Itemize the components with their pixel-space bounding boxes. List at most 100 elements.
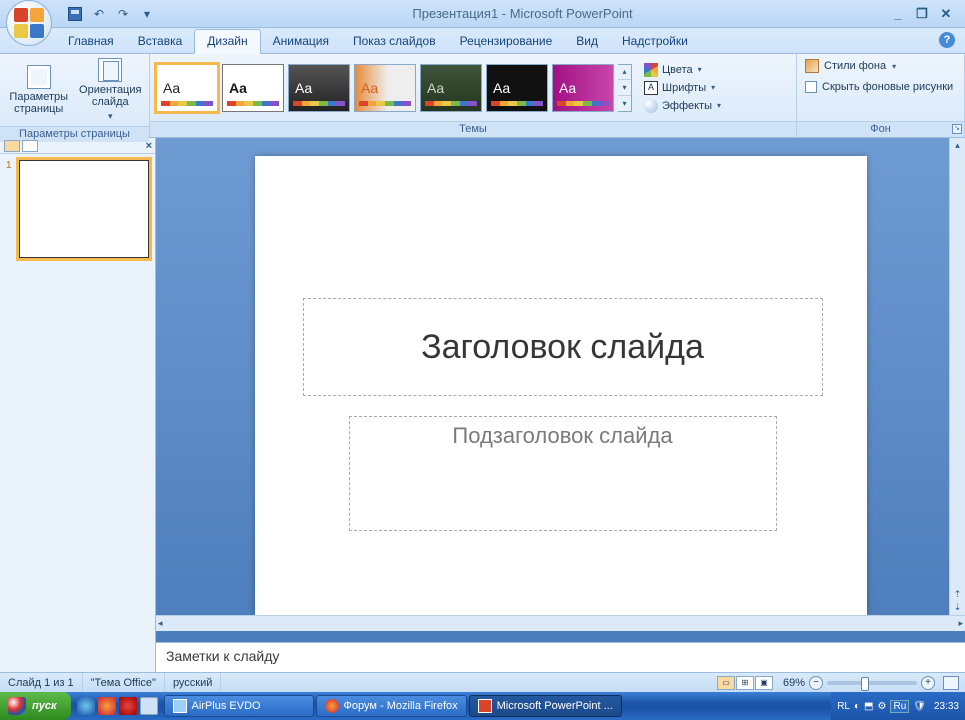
tray-icon-2[interactable]: ⬒: [864, 701, 873, 712]
tray-icon-3[interactable]: ⚙: [878, 701, 887, 712]
theme-thumb-6[interactable]: Aa: [486, 64, 548, 112]
ql-desktop-icon[interactable]: [140, 697, 158, 715]
tray-icon-4[interactable]: 🛡: [913, 701, 926, 712]
tab-insert[interactable]: Вставка: [126, 30, 195, 53]
tab-slideshow[interactable]: Показ слайдов: [341, 30, 448, 53]
tray-clock[interactable]: 23:33: [930, 701, 959, 712]
theme-options: Цвета▾ A Шрифты▾ Эффекты▾: [642, 62, 723, 114]
tab-design[interactable]: Дизайн: [194, 29, 260, 54]
title-placeholder[interactable]: Заголовок слайда: [303, 298, 823, 396]
qat-customize-button[interactable]: ▾: [138, 5, 156, 23]
restore-button[interactable]: ❐: [913, 6, 931, 22]
subtitle-placeholder[interactable]: Подзаголовок слайда: [349, 416, 777, 531]
editor-area: Заголовок слайда Подзаголовок слайда ▴ ⇡…: [156, 138, 965, 672]
sorter-view-button[interactable]: ⊞: [736, 676, 754, 690]
chevron-down-icon: ▾: [108, 110, 113, 122]
tab-view[interactable]: Вид: [564, 30, 610, 53]
task-2[interactable]: Форум - Mozilla Firefox: [316, 695, 467, 717]
normal-view-button[interactable]: ▭: [717, 676, 735, 690]
theme-thumb-2[interactable]: Aa: [222, 64, 284, 112]
vertical-scrollbar[interactable]: ▴ ⇡ ⇣: [949, 138, 965, 615]
quick-access-toolbar: ↶ ↷ ▾: [66, 5, 156, 23]
tab-review[interactable]: Рецензирование: [448, 30, 565, 53]
panel-close-button[interactable]: ×: [146, 140, 152, 152]
theme-thumb-7[interactable]: Aa: [552, 64, 614, 112]
tray-lang-2[interactable]: Ru: [890, 700, 909, 713]
tray-icon-1[interactable]: ◐: [854, 701, 860, 712]
outline-tab-button[interactable]: [22, 140, 38, 152]
ribbon: Параметры страницы Ориентация слайда ▾ П…: [0, 54, 965, 138]
save-icon: [68, 7, 82, 21]
qat-undo-button[interactable]: ↶: [90, 5, 108, 23]
scroll-left-icon[interactable]: ◂: [158, 618, 163, 629]
thumbnail-1[interactable]: 1: [0, 154, 155, 264]
task-3[interactable]: Microsoft PowerPoint ...: [469, 695, 622, 717]
tab-addins[interactable]: Надстройки: [610, 30, 700, 53]
zoom-out-button[interactable]: −: [809, 676, 823, 690]
zoom-in-button[interactable]: +: [921, 676, 935, 690]
group-page-setup: Параметры страницы Ориентация слайда ▾ П…: [0, 54, 150, 137]
tray-lang-1[interactable]: RL: [837, 701, 850, 712]
theme-fonts-button[interactable]: A Шрифты▾: [642, 80, 723, 96]
thumbnail-number: 1: [6, 160, 16, 258]
window-title: Презентация1 - Microsoft PowerPoint: [156, 6, 889, 21]
tab-home[interactable]: Главная: [56, 30, 126, 53]
dialog-launcher-icon[interactable]: ↘: [952, 124, 962, 134]
prev-slide-button[interactable]: ⇡: [954, 589, 962, 601]
task-icon: [173, 699, 187, 713]
notes-pane[interactable]: Заметки к слайду: [156, 642, 965, 672]
slides-tab-button[interactable]: [4, 140, 20, 152]
system-tray: RL ◐ ⬒ ⚙ Ru 🛡 23:33: [831, 692, 965, 720]
theme-thumb-3[interactable]: Aa: [288, 64, 350, 112]
office-button[interactable]: [6, 0, 52, 46]
help-button[interactable]: ?: [939, 32, 955, 48]
page-setup-label: Параметры страницы: [6, 91, 72, 115]
ql-firefox-icon[interactable]: [98, 697, 116, 715]
slide-panel: × 1: [0, 138, 156, 672]
theme-thumb-5[interactable]: Aa: [420, 64, 482, 112]
theme-colors-button[interactable]: Цвета▾: [642, 62, 723, 78]
office-logo-icon: [14, 8, 44, 38]
tab-animation[interactable]: Анимация: [261, 30, 341, 53]
zoom-level[interactable]: 69%: [783, 677, 805, 689]
theme-effects-button[interactable]: Эффекты▾: [642, 98, 723, 114]
status-language[interactable]: русский: [165, 673, 221, 692]
slide[interactable]: Заголовок слайда Подзаголовок слайда: [255, 156, 867, 615]
horizontal-scrollbar[interactable]: ◂ ▸: [156, 615, 965, 631]
theme-scroll-up[interactable]: ▴: [618, 65, 631, 81]
slideshow-view-button[interactable]: ▣: [755, 676, 773, 690]
group-themes-label: Темы: [150, 121, 796, 137]
status-bar: Слайд 1 из 1 "Тема Office" русский ▭ ⊞ ▣…: [0, 672, 965, 692]
hide-bg-graphics-checkbox[interactable]: Скрыть фоновые рисунки: [803, 80, 955, 94]
theme-scroll-down[interactable]: ▾: [618, 80, 631, 96]
chevron-down-icon: ▾: [717, 101, 721, 110]
qat-save-button[interactable]: [66, 5, 84, 23]
orientation-icon: [98, 58, 122, 82]
slide-orientation-button[interactable]: Ориентация слайда ▾: [78, 58, 144, 122]
fit-to-window-button[interactable]: [943, 676, 959, 690]
zoom-slider[interactable]: [827, 681, 917, 685]
theme-thumb-1[interactable]: Aa: [156, 64, 218, 112]
page-setup-button[interactable]: Параметры страницы: [6, 65, 72, 115]
background-styles-button[interactable]: Стили фона▾: [803, 58, 898, 74]
effects-icon: [644, 99, 658, 113]
ql-opera-icon[interactable]: [119, 697, 137, 715]
work-area: × 1 Заголовок слайда Подзаголовок слайда: [0, 138, 965, 672]
theme-thumb-4[interactable]: Aa: [354, 64, 416, 112]
scroll-up-icon[interactable]: ▴: [955, 138, 960, 152]
minimize-button[interactable]: _: [889, 6, 907, 22]
qat-redo-button[interactable]: ↷: [114, 5, 132, 23]
ql-ie-icon[interactable]: [77, 697, 95, 715]
powerpoint-icon: [478, 699, 492, 713]
start-button[interactable]: пуск: [0, 692, 71, 720]
scroll-right-icon[interactable]: ▸: [958, 618, 963, 629]
group-themes: Aa Aa Aa Aa Aa Aa Aa ▴ ▾ ▾ Цвета▾: [150, 54, 797, 137]
windows-logo-icon: [8, 697, 26, 715]
window-controls: _ ❐ ✕: [889, 6, 955, 22]
slide-canvas-area[interactable]: Заголовок слайда Подзаголовок слайда ▴ ⇡…: [156, 138, 965, 615]
theme-more-button[interactable]: ▾: [618, 96, 631, 111]
next-slide-button[interactable]: ⇣: [954, 602, 962, 614]
task-1[interactable]: AirPlus EVDO: [164, 695, 314, 717]
view-buttons: ▭ ⊞ ▣: [713, 676, 777, 690]
close-button[interactable]: ✕: [937, 6, 955, 22]
